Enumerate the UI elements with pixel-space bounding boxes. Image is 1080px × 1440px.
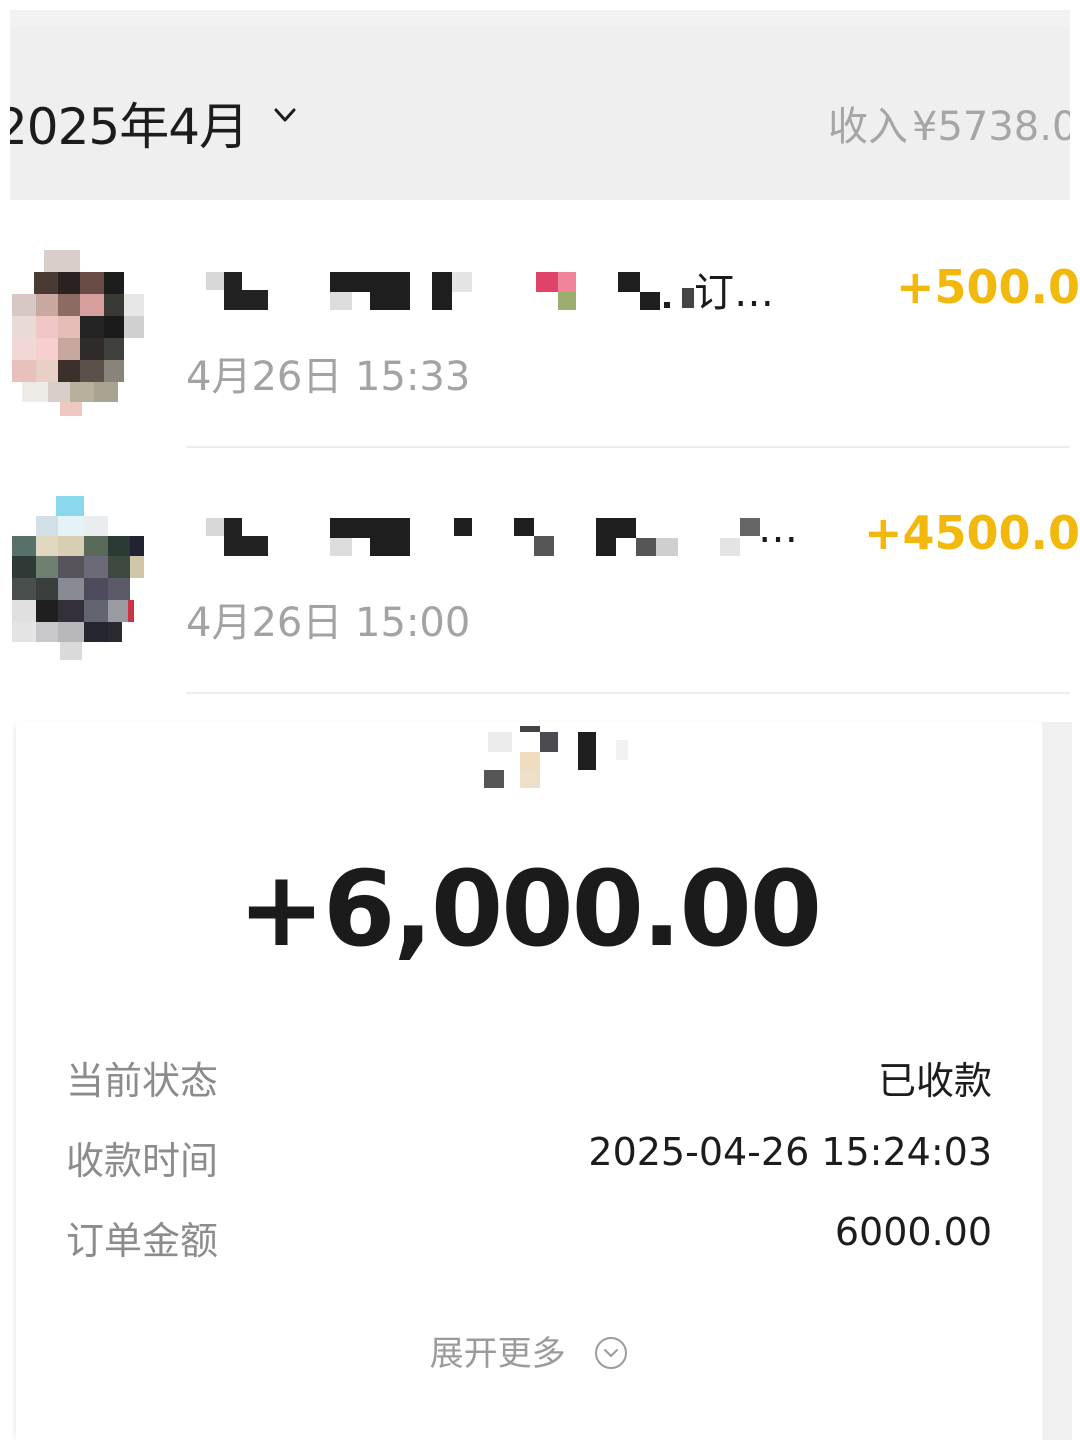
billing-page: 2025年4月 收入 ¥5738.0 订… 4月26日 15:33 +500.0… — [0, 0, 1080, 1440]
transaction-name-tail: 订… — [694, 270, 774, 316]
detail-value: 2025-04-26 15:24:03 — [588, 1130, 992, 1174]
expand-more-button[interactable]: 展开更多 — [16, 1326, 1042, 1375]
card-edge-shade — [1042, 722, 1072, 1440]
transaction-name: 订… — [202, 264, 802, 320]
detail-key: 订单金额 — [66, 1219, 219, 1263]
chevron-down-circle-icon — [595, 1336, 628, 1369]
detail-key: 收款时间 — [66, 1139, 219, 1183]
header-top-strip — [10, 10, 1070, 26]
detail-row-amount: 订单金额 6000.00 — [66, 1210, 992, 1270]
detail-value: 已收款 — [877, 1059, 992, 1103]
detail-row-time: 收款时间 2025-04-26 15:24:03 — [66, 1130, 992, 1190]
chevron-down-icon — [274, 108, 296, 122]
divider — [186, 692, 1070, 694]
transaction-amount: +4500.0 — [863, 506, 1080, 560]
detail-key: 当前状态 — [66, 1059, 219, 1103]
transaction-name-tail: … — [758, 510, 798, 552]
divider — [186, 446, 1070, 448]
income-summary: 收入 ¥5738.0 — [828, 94, 1070, 152]
payer-avatar-mosaic — [468, 726, 628, 796]
transaction-amount: +500.0 — [895, 260, 1080, 314]
transaction-name: … — [202, 510, 802, 566]
avatar — [12, 496, 146, 660]
detail-card: +6,000.00 当前状态 已收款 收款时间 2025-04-26 15:24… — [16, 722, 1072, 1440]
transaction-time: 4月26日 15:33 — [186, 354, 471, 400]
transaction-time: 4月26日 15:00 — [186, 600, 471, 646]
month-header: 2025年4月 收入 ¥5738.0 — [10, 10, 1070, 200]
transaction-row[interactable]: … 4月26日 15:00 +4500.0 — [0, 450, 1080, 696]
income-value: ¥5738.0 — [912, 104, 1070, 150]
detail-amount: +6,000.00 — [237, 848, 822, 970]
expand-more-label: 展开更多 — [429, 1334, 566, 1374]
avatar — [12, 250, 146, 416]
detail-row-status: 当前状态 已收款 — [66, 1050, 992, 1110]
month-selector[interactable]: 2025年4月 — [10, 88, 296, 158]
transaction-row[interactable]: 订… 4月26日 15:33 +500.0 — [0, 204, 1080, 450]
income-label: 收入 — [828, 104, 908, 150]
detail-value: 6000.00 — [834, 1210, 992, 1254]
month-label: 2025年4月 — [10, 98, 249, 156]
